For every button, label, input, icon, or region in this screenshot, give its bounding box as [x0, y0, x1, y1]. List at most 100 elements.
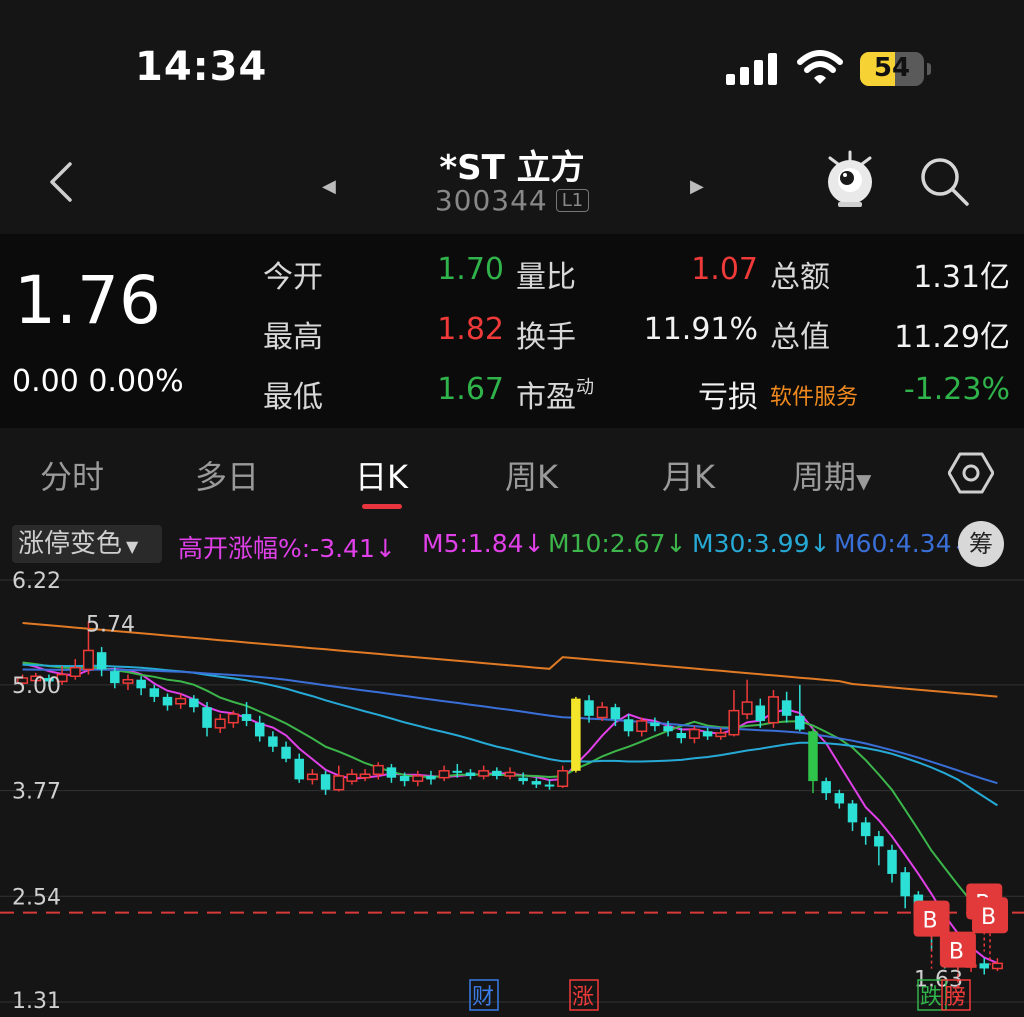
candle-body [702, 731, 713, 737]
industry-change: -1.23% [903, 372, 1010, 407]
pe-value: 亏损 [698, 380, 758, 415]
chart-grid [0, 579, 1024, 1003]
settings-hexagon-icon[interactable] [948, 450, 994, 496]
y-axis-labels: 6.22 5.00 3.77 2.54 1.31 [12, 569, 61, 1014]
buy-marker-label: B [981, 905, 996, 930]
candle-body [175, 697, 187, 705]
candle-body [887, 849, 897, 874]
y-axis-tick-label: 1.31 [12, 989, 61, 1014]
candle-body [189, 698, 199, 708]
candle-body [162, 696, 173, 706]
candle-body [834, 793, 845, 804]
candle-body [333, 775, 345, 791]
low-label: 最低 [263, 380, 323, 415]
tab-period[interactable]: 周期▼ [792, 452, 871, 498]
candle-body [504, 771, 516, 777]
market-level-tag: L1 [555, 189, 590, 212]
candle-body [294, 758, 304, 780]
candle-body [281, 746, 291, 759]
candle-body [372, 764, 384, 775]
event-tag-earnings: 财 [472, 985, 494, 1010]
candle-body [991, 962, 1003, 970]
event-tag-limit-down: 跌 [920, 985, 942, 1010]
high-value: 1.82 [437, 312, 504, 347]
candle-body [346, 773, 358, 782]
market-cap-value: 11.29亿 [894, 320, 1010, 355]
volume-ratio-value: 1.07 [691, 252, 758, 287]
candle-body [781, 700, 792, 716]
tab-period-label: 周期 [792, 458, 857, 496]
turnover-value: 11.91% [643, 312, 758, 347]
amount-label: 总额 [770, 260, 830, 295]
candle-body [492, 770, 502, 776]
candle-body [518, 777, 528, 782]
candle-body [847, 803, 858, 823]
candle-body [874, 836, 884, 847]
high-price-marker: 5.74 [86, 612, 135, 637]
tab-daily-k[interactable]: 日K [355, 452, 408, 498]
y-axis-tick-label: 3.77 [12, 780, 61, 805]
candle-body [82, 649, 94, 671]
candle-body [399, 775, 410, 782]
high-label: 最高 [263, 320, 323, 355]
tab-weekly-k[interactable]: 周K [505, 452, 558, 498]
candle-body [557, 770, 569, 788]
battery-level-text: 54 [873, 53, 911, 83]
candle-body [96, 652, 107, 670]
event-tag-limit-up: 涨 [572, 985, 594, 1010]
industry-link[interactable]: 软件服务 [770, 379, 858, 411]
color-mode-select[interactable]: 涨停变色 ▼ [12, 525, 162, 563]
candle-body [596, 706, 608, 719]
tab-multi-day[interactable]: 多日 [195, 452, 259, 498]
battery-tip [927, 63, 931, 75]
cellular-signal-icon [726, 53, 777, 85]
candle-body [979, 963, 989, 969]
low-value: 1.67 [437, 372, 504, 407]
amount-value: 1.31亿 [913, 260, 1010, 295]
candle-body [254, 722, 265, 737]
candle-body [636, 720, 648, 733]
market-cap-label: 总值 [770, 320, 830, 355]
current-price: 1.76 [14, 262, 161, 339]
buy-marker-label: B [949, 940, 964, 965]
candle-body [386, 767, 397, 778]
open-value: 1.70 [437, 252, 504, 287]
ma-long-line [22, 622, 998, 698]
chip-distribution-button[interactable]: 筹 [958, 521, 1004, 567]
candle-body [584, 700, 594, 716]
candle-body [900, 872, 910, 897]
search-icon[interactable] [918, 155, 972, 209]
candle-body [676, 732, 686, 739]
candle-body [663, 726, 673, 732]
assistant-robot-icon[interactable] [822, 150, 878, 210]
candle-body [715, 732, 727, 738]
y-axis-tick-label: 5.00 [12, 674, 61, 699]
candle-body [306, 773, 318, 781]
open-label: 今开 [263, 260, 323, 295]
volume-ratio-label: 量比 [516, 260, 576, 295]
candle-body [149, 688, 160, 697]
color-mode-label: 涨停变色 [18, 529, 123, 559]
candle-body [214, 718, 226, 729]
candle-body [227, 713, 239, 724]
candle-body [69, 666, 81, 678]
status-time: 14:34 [135, 44, 268, 90]
event-tag-board: 膀 [944, 985, 966, 1010]
candle-body [860, 822, 871, 837]
tab-intraday[interactable]: 分时 [40, 452, 104, 498]
y-axis-tick-label: 6.22 [12, 569, 61, 594]
candle-body [202, 707, 212, 728]
candle-body [122, 678, 134, 684]
ma5-indicator: M5:1.84↓ [422, 529, 545, 558]
candle-body [359, 773, 371, 779]
pe-label: 市盈动 [516, 372, 594, 416]
tab-monthly-k[interactable]: 月K [662, 452, 715, 498]
kline-chart[interactable]: 6.225.003.772.541.31 5.741.63财涨跌膀BBBB [0, 566, 1024, 1017]
candle-body [571, 698, 581, 771]
candle-body [728, 709, 740, 736]
candle-body [478, 770, 490, 777]
candle-body [610, 707, 621, 720]
candle-body [650, 722, 660, 727]
candle-body [544, 784, 555, 787]
ma30-indicator: M30:3.99↓ [692, 529, 831, 558]
